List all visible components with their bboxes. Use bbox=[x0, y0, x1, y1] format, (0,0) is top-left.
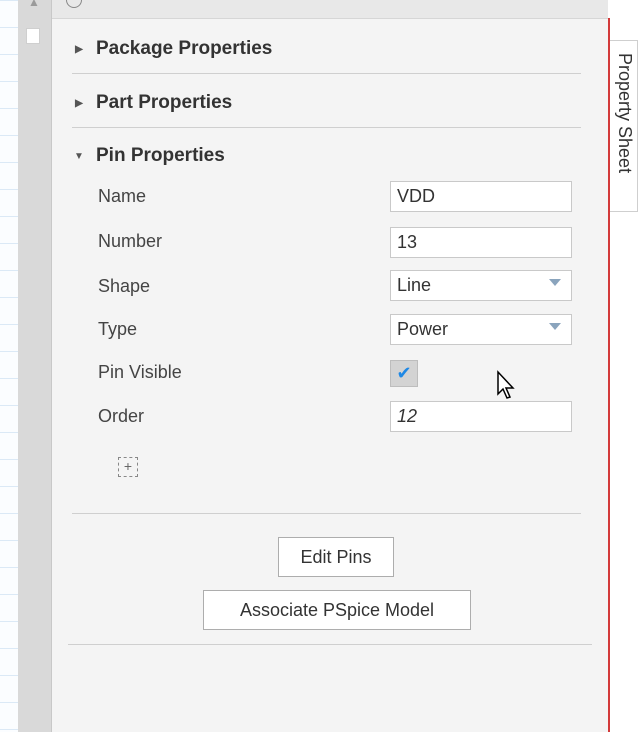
divider bbox=[72, 127, 581, 128]
name-value: VDD bbox=[397, 186, 436, 206]
expand-all-icon[interactable]: + bbox=[118, 457, 138, 477]
checkmark-icon: ✔ bbox=[396, 363, 412, 383]
name-field[interactable]: VDD bbox=[390, 181, 572, 212]
associate-pspice-model-button[interactable]: Associate PSpice Model bbox=[203, 590, 471, 630]
expand-arrow-icon: ▶ bbox=[75, 97, 83, 109]
property-panel: ▶ Package Properties ▶ Part Properties ▼… bbox=[52, 0, 608, 732]
divider bbox=[72, 513, 581, 514]
edit-pins-button[interactable]: Edit Pins bbox=[278, 537, 394, 577]
label-number: Number bbox=[98, 231, 163, 251]
section-label: Package Properties bbox=[96, 38, 273, 59]
section-label: Pin Properties bbox=[96, 145, 225, 166]
expand-arrow-icon: ▶ bbox=[75, 43, 83, 55]
tab-property-sheet[interactable]: Property Sheet bbox=[610, 40, 638, 212]
section-label: Part Properties bbox=[96, 92, 233, 113]
section-part-properties[interactable]: ▶ Part Properties bbox=[72, 91, 232, 115]
chevron-down-icon bbox=[549, 279, 561, 286]
collapse-arrow-icon: ▼ bbox=[74, 150, 84, 162]
mouse-cursor-icon bbox=[497, 370, 515, 399]
scroll-thumb[interactable] bbox=[26, 28, 40, 44]
label-name: Name bbox=[98, 186, 147, 206]
schematic-canvas-edge bbox=[0, 0, 18, 732]
tab-label: Property Sheet bbox=[615, 53, 635, 174]
divider bbox=[68, 644, 592, 645]
scroll-up-arrow-icon[interactable]: ▲ bbox=[26, 0, 42, 10]
type-dropdown[interactable]: Power bbox=[390, 314, 572, 345]
order-value: 12 bbox=[397, 406, 418, 426]
order-field[interactable]: 12 bbox=[390, 401, 572, 432]
label-shape: Shape bbox=[98, 276, 151, 296]
side-tab-area bbox=[610, 212, 638, 732]
panel-toolbar bbox=[52, 0, 608, 19]
number-value: 13 bbox=[397, 232, 418, 252]
pin-visible-checkbox[interactable]: ✔ bbox=[390, 360, 418, 387]
section-pin-properties[interactable]: ▼ Pin Properties bbox=[72, 144, 225, 168]
divider bbox=[72, 73, 581, 74]
chevron-down-icon bbox=[549, 323, 561, 330]
number-field[interactable]: 13 bbox=[390, 227, 572, 258]
section-package-properties[interactable]: ▶ Package Properties bbox=[72, 37, 272, 61]
vertical-scrollbar[interactable]: ▲ bbox=[18, 0, 52, 732]
type-value: Power bbox=[397, 319, 449, 339]
label-type: Type bbox=[98, 319, 138, 339]
panel-options-icon[interactable] bbox=[66, 0, 82, 8]
shape-dropdown[interactable]: Line bbox=[390, 270, 572, 301]
label-pin-visible: Pin Visible bbox=[98, 362, 182, 382]
label-order: Order bbox=[98, 406, 145, 426]
shape-value: Line bbox=[397, 275, 432, 295]
